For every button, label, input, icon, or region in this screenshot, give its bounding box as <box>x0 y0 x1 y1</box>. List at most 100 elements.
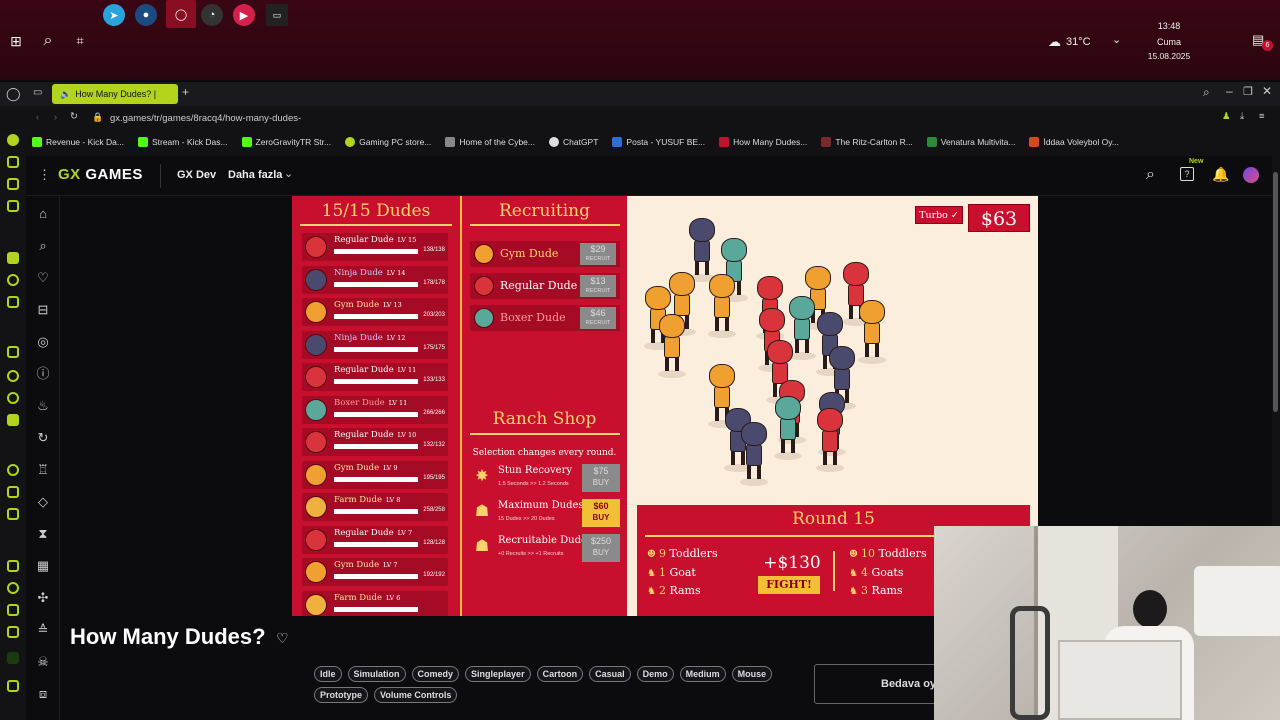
search-tabs-icon[interactable]: ⌕ <box>1203 85 1210 100</box>
dude-row[interactable]: Ninja Dude LV 14 178/178 <box>302 265 448 294</box>
clock-day[interactable]: Cuma <box>1144 37 1194 47</box>
dude-row[interactable]: Gym Dude LV 7 192/192 <box>302 558 448 586</box>
bookmark-item[interactable]: Venatura Multivita... <box>926 137 1015 147</box>
download-icon[interactable]: ⤓ <box>1240 111 1244 122</box>
sidebar-icon[interactable] <box>7 414 19 426</box>
recruit-button[interactable]: $46 RECRUIT <box>580 307 616 329</box>
clock-time[interactable]: 13:48 <box>1144 21 1194 31</box>
sidebar-icon[interactable] <box>7 486 19 498</box>
tag-chip[interactable]: Medium <box>679 666 726 682</box>
maximize-icon[interactable]: ❐ <box>1243 85 1253 98</box>
game-canvas[interactable]: 15/15 Dudes Regular Dude LV 15 138/138 Ninj… <box>292 196 1038 616</box>
sidebar-icon[interactable] <box>7 274 19 286</box>
shop-item[interactable]: ☗ Maximum Dudes 15 Dudes >> 20 Dudes $60 BUY <box>470 499 620 529</box>
opera-menu-icon[interactable]: ◯ <box>6 86 21 102</box>
puzzle-icon[interactable]: ✣ <box>35 590 51 606</box>
fight-button[interactable]: FIGHT! <box>758 576 820 594</box>
sidebar-icon[interactable] <box>7 604 19 616</box>
sidebar-icon[interactable] <box>7 296 19 308</box>
dude-row[interactable]: Regular Dude LV 7 128/128 <box>302 525 448 554</box>
bookmark-item[interactable]: Posta - YUSUF BE... <box>612 137 705 147</box>
speedometer-icon[interactable]: ◔ <box>201 4 223 26</box>
search-icon[interactable]: ⌕ <box>1146 166 1155 184</box>
bookmark-item[interactable]: İddaa Voleybol Oy... <box>1029 137 1119 147</box>
dude-row[interactable]: Farm Dude LV 8 258/258 <box>302 493 448 521</box>
sidebar-icon[interactable] <box>7 652 19 664</box>
sidebar-icon[interactable] <box>7 508 19 520</box>
bell-icon[interactable]: 🔔 <box>1212 166 1229 183</box>
recruit-button[interactable]: $29 RECRUIT <box>580 243 616 265</box>
grid-icon[interactable]: ▦ <box>35 558 51 574</box>
bookmark-item[interactable]: Revenue - Kick Da... <box>32 137 124 147</box>
sidebar-icon[interactable] <box>7 252 19 264</box>
hourglass-icon[interactable]: ⧗ <box>35 526 51 542</box>
telegram-icon[interactable]: ➤ <box>103 4 125 26</box>
avatar[interactable] <box>1243 167 1259 183</box>
help-icon[interactable]: ? <box>1180 167 1194 181</box>
tab-how-many-dudes[interactable]: 🔊 How Many Dudes? | <box>52 84 178 104</box>
heart-icon[interactable]: ♡ <box>35 270 51 286</box>
chevron-down-icon[interactable]: ⌄ <box>284 167 293 180</box>
gx-games-logo[interactable]: GX GAMES <box>58 166 143 183</box>
tag-chip[interactable]: Simulation <box>347 666 406 682</box>
tag-chip[interactable]: Mouse <box>731 666 773 682</box>
menu-icon[interactable]: ≡ <box>1259 111 1265 122</box>
close-icon[interactable]: ✕ <box>1262 84 1272 98</box>
back-icon[interactable]: ‹ <box>36 112 39 123</box>
flame-icon[interactable]: ♨ <box>35 398 51 414</box>
recruit-row[interactable]: Boxer Dude $46 RECRUIT <box>470 305 620 331</box>
wallet-icon[interactable]: ♟ <box>1222 111 1231 122</box>
tag-chip[interactable]: Cartoon <box>536 666 584 682</box>
buy-button[interactable]: $60 BUY <box>582 499 620 527</box>
tag-chip[interactable]: Prototype <box>314 687 369 703</box>
bookmark-item[interactable]: How Many Dudes... <box>719 137 807 147</box>
opera-gx-icon[interactable]: ◯ <box>166 0 196 28</box>
home-icon[interactable]: ⌂ <box>35 206 51 222</box>
bag-icon[interactable]: ⊟ <box>35 302 51 318</box>
cube-icon[interactable]: ⧈ <box>35 686 51 702</box>
arena[interactable] <box>629 196 1038 506</box>
bookmark-item[interactable]: Stream - Kick Das... <box>137 137 228 147</box>
nav-gx-dev[interactable]: GX Dev <box>177 169 216 181</box>
page-scrollbar[interactable] <box>1273 172 1278 412</box>
sidebar-icon[interactable] <box>7 346 19 358</box>
clock-date[interactable]: 15.08.2025 <box>1138 51 1200 61</box>
sidebar-icon[interactable] <box>7 464 19 476</box>
sidebar-icon[interactable] <box>7 560 19 572</box>
cup-icon[interactable]: ♖ <box>35 462 51 478</box>
tag-chip[interactable]: Singleplayer <box>465 666 531 682</box>
search-icon[interactable]: ⌕ <box>36 29 60 53</box>
media-player-icon[interactable]: ▶ <box>233 4 255 26</box>
search-icon[interactable]: ⌕ <box>35 238 51 254</box>
reload-icon[interactable]: ↻ <box>70 111 78 122</box>
dude-row[interactable]: Regular Dude LV 10 132/132 <box>302 428 448 456</box>
sidebar-icon[interactable] <box>7 134 19 146</box>
sidebar-icon[interactable] <box>7 582 19 594</box>
bookmark-item[interactable]: ZeroGravityTR Str... <box>241 137 331 147</box>
compass-icon[interactable]: ◎ <box>35 334 51 350</box>
dude-row[interactable]: Regular Dude LV 15 138/138 <box>302 233 448 261</box>
start-icon[interactable]: ⊞ <box>4 29 28 53</box>
tag-chip[interactable]: Demo <box>636 666 674 682</box>
recruit-row[interactable]: Gym Dude $29 RECRUIT <box>470 241 620 267</box>
sidebar-icon[interactable] <box>7 680 19 692</box>
bookmark-item[interactable]: Gaming PC store... <box>345 137 431 147</box>
diamond-icon[interactable]: ◇ <box>35 494 51 510</box>
sidebar-icon[interactable] <box>7 370 19 382</box>
sidebar-icon[interactable] <box>7 626 19 638</box>
favorite-heart-icon[interactable]: ♡ <box>276 630 289 647</box>
alert-icon[interactable]: ⓘ <box>35 366 51 382</box>
sidebar-icon[interactable] <box>7 156 19 168</box>
tag-chip[interactable]: Comedy <box>411 666 460 682</box>
nav-more[interactable]: Daha fazla <box>228 169 282 181</box>
tag-chip[interactable]: Casual <box>589 666 631 682</box>
hamburger-icon[interactable]: ⋮ <box>38 167 51 183</box>
dude-row[interactable]: Boxer Dude LV 11 266/266 <box>302 395 448 424</box>
tab-switcher-icon[interactable]: ▭ <box>33 87 42 98</box>
bookmark-item[interactable]: ChatGPT <box>548 137 598 147</box>
bookmark-item[interactable]: Home of the Cybe... <box>445 137 535 147</box>
new-tab-icon[interactable]: + <box>182 85 189 99</box>
sidebar-icon[interactable] <box>7 200 19 212</box>
recruit-row[interactable]: Regular Dude $13 RECRUIT <box>470 273 620 299</box>
bookmark-item[interactable]: The Ritz-Carlton R... <box>821 137 913 147</box>
